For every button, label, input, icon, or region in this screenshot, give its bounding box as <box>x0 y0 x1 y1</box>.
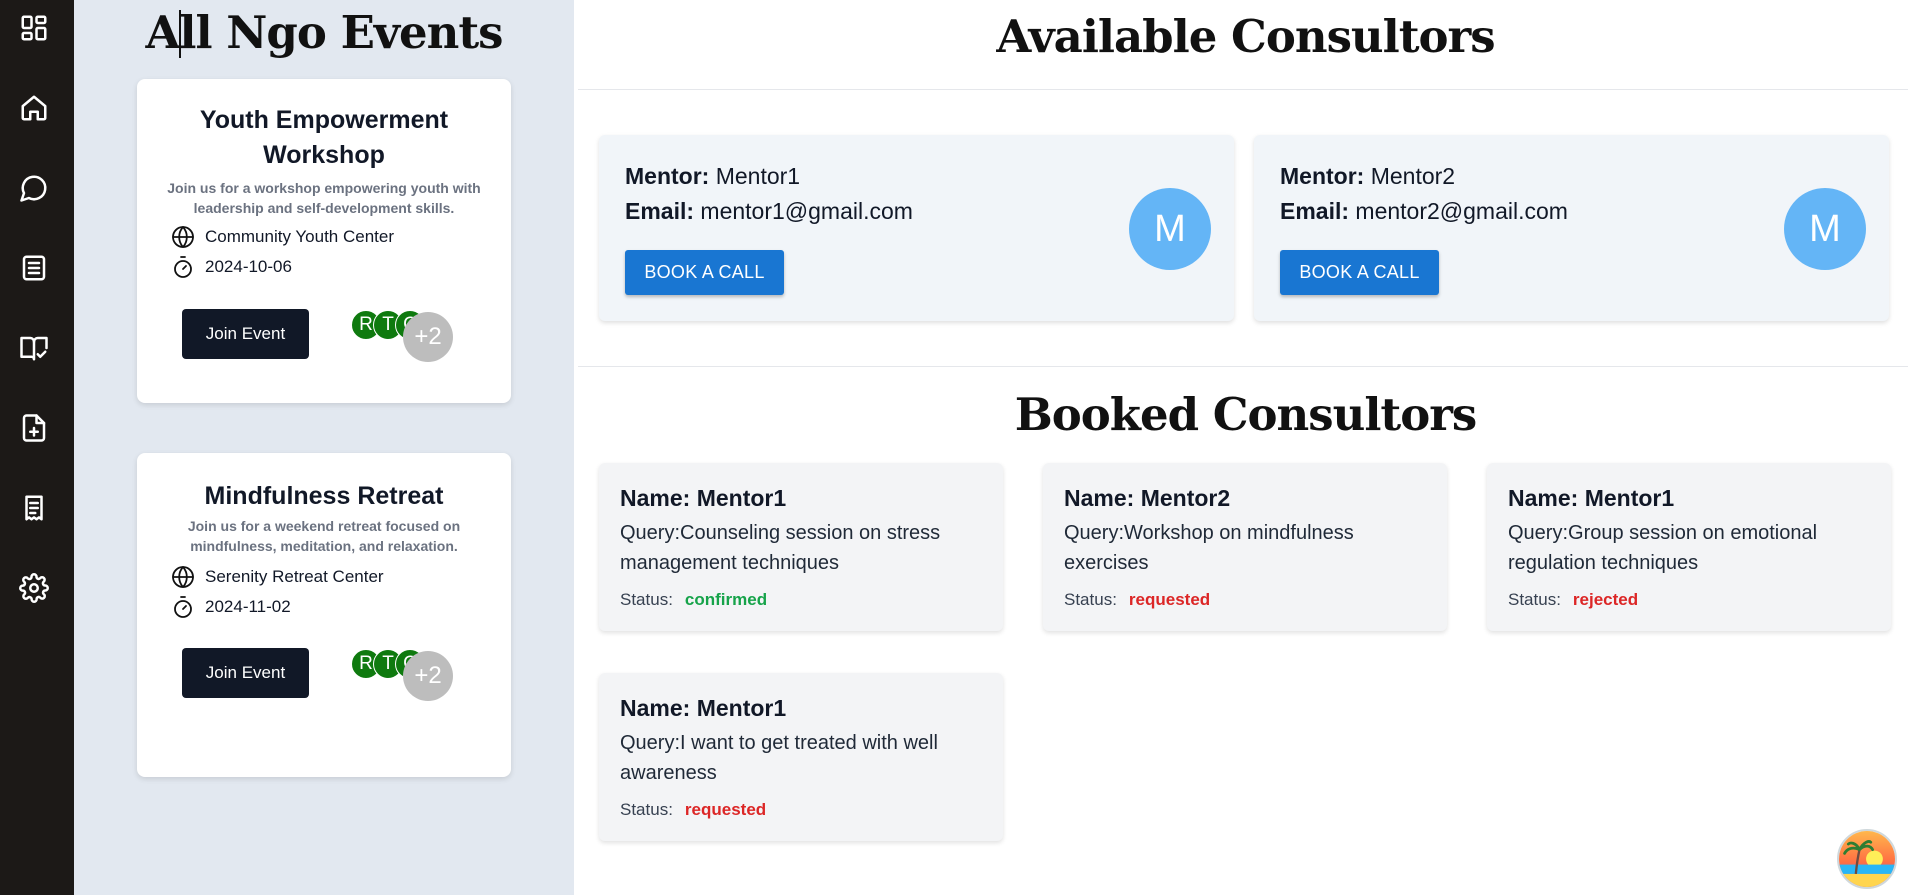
document-list-icon[interactable] <box>17 251 51 285</box>
more-attendees-badge: +2 <box>403 312 453 362</box>
attendee-avatars: R T C +2 <box>351 649 471 701</box>
event-date: 2024-10-06 <box>171 255 292 279</box>
status-label: Status: <box>620 590 673 609</box>
attendee-avatars: R T C +2 <box>351 310 471 362</box>
dashboard-icon[interactable] <box>17 11 51 45</box>
event-card: Youth Empowerment Workshop Join us for a… <box>137 79 511 403</box>
email-label: Email: <box>1280 198 1350 224</box>
globe-icon <box>172 226 194 248</box>
booked-name: Name: Mentor1 <box>620 695 787 721</box>
booked-name: Name: Mentor1 <box>1508 485 1675 511</box>
divider <box>578 366 1908 367</box>
status-badge: confirmed <box>684 590 768 609</box>
globe-icon <box>172 566 194 588</box>
consultors-main: Available Consultors Mentor: Mentor1 Ema… <box>578 0 1913 895</box>
booked-query: Query:Workshop on mindfulness exercises <box>1064 522 1354 574</box>
icon-sidebar <box>0 0 74 895</box>
settings-icon[interactable] <box>17 571 51 605</box>
mentor-email: mentor1@gmail.com <box>700 198 913 224</box>
status-badge: requested <box>1128 590 1211 609</box>
event-description: Join us for a workshop empowering youth … <box>167 180 481 216</box>
status-label: Status: <box>1508 590 1561 609</box>
notes-icon[interactable] <box>17 491 51 525</box>
beach-logo-icon[interactable] <box>1837 829 1897 889</box>
email-line: Email: mentor1@gmail.com <box>625 198 913 225</box>
text-cursor <box>179 10 181 58</box>
booked-status: Status: confirmed <box>620 590 767 610</box>
stopwatch-icon <box>174 596 192 618</box>
email-line: Email: mentor2@gmail.com <box>1280 198 1568 225</box>
booked-query: Query:Group session on emotional regulat… <box>1508 522 1818 574</box>
booked-name: Name: Mentor1 <box>620 485 787 511</box>
available-consultors-title: Available Consultors <box>996 10 1495 63</box>
event-date: 2024-11-02 <box>171 595 291 619</box>
consultor-card: Mentor: Mentor2 Email: mentor2@gmail.com… <box>1254 135 1889 321</box>
booked-card: Name: Mentor2 Query:Workshop on mindfuln… <box>1043 463 1447 631</box>
event-location-text: Serenity Retreat Center <box>205 567 384 586</box>
event-title: Youth Empowerment Workshop <box>199 106 449 169</box>
email-label: Email: <box>625 198 695 224</box>
consultor-card: Mentor: Mentor1 Email: mentor1@gmail.com… <box>599 135 1234 321</box>
book-check-icon[interactable] <box>17 331 51 365</box>
avatar: M <box>1784 188 1866 270</box>
status-badge: rejected <box>1572 590 1639 609</box>
mentor-label: Mentor: <box>1280 163 1365 189</box>
mentor-name: Mentor2 <box>1370 163 1456 189</box>
file-add-icon[interactable] <box>17 411 51 445</box>
booked-query: Query:I want to get treated with well aw… <box>620 732 938 784</box>
avatar: M <box>1129 188 1211 270</box>
booked-status: Status: rejected <box>1508 590 1638 610</box>
booked-consultors-title: Booked Consultors <box>1014 388 1478 441</box>
stopwatch-icon <box>174 256 192 278</box>
booked-status: Status: requested <box>1064 590 1210 610</box>
event-description: Join us for a weekend retreat focused on… <box>187 518 461 554</box>
event-location: Community Youth Center <box>171 225 394 249</box>
mentor-label: Mentor: <box>625 163 710 189</box>
booked-card: Name: Mentor1 Query:Counseling session o… <box>599 463 1003 631</box>
mentor-line: Mentor: Mentor1 <box>625 163 800 190</box>
chat-icon[interactable] <box>17 171 51 205</box>
booked-query: Query:Counseling session on stress manag… <box>620 522 941 574</box>
mentor-line: Mentor: Mentor2 <box>1280 163 1455 190</box>
event-card: Mindfulness Retreat Join us for a weeken… <box>137 453 511 777</box>
mentor-name: Mentor1 <box>715 163 801 189</box>
home-icon[interactable] <box>17 91 51 125</box>
more-attendees-badge: +2 <box>403 651 453 701</box>
join-event-button[interactable]: Join Event <box>182 648 309 698</box>
booked-card: Name: Mentor1 Query:I want to get treate… <box>599 673 1003 841</box>
booked-card: Name: Mentor1 Query:Group session on emo… <box>1487 463 1891 631</box>
booked-name: Name: Mentor2 <box>1064 485 1231 511</box>
status-badge: requested <box>684 800 767 819</box>
events-panel-title: All Ngo Events <box>145 6 504 59</box>
event-date-text: 2024-10-06 <box>205 257 292 276</box>
divider <box>578 89 1908 90</box>
events-panel: All Ngo Events Youth Empowerment Worksho… <box>74 0 574 895</box>
mentor-email: mentor2@gmail.com <box>1355 198 1568 224</box>
event-location-text: Community Youth Center <box>205 227 394 246</box>
event-location: Serenity Retreat Center <box>171 565 384 589</box>
book-call-button[interactable]: BOOK A CALL <box>1280 250 1439 295</box>
join-event-button[interactable]: Join Event <box>182 309 309 359</box>
event-title: Mindfulness Retreat <box>204 482 444 510</box>
book-call-button[interactable]: BOOK A CALL <box>625 250 784 295</box>
status-label: Status: <box>1064 590 1117 609</box>
booked-status: Status: requested <box>620 800 766 820</box>
event-date-text: 2024-11-02 <box>205 597 291 616</box>
status-label: Status: <box>620 800 673 819</box>
